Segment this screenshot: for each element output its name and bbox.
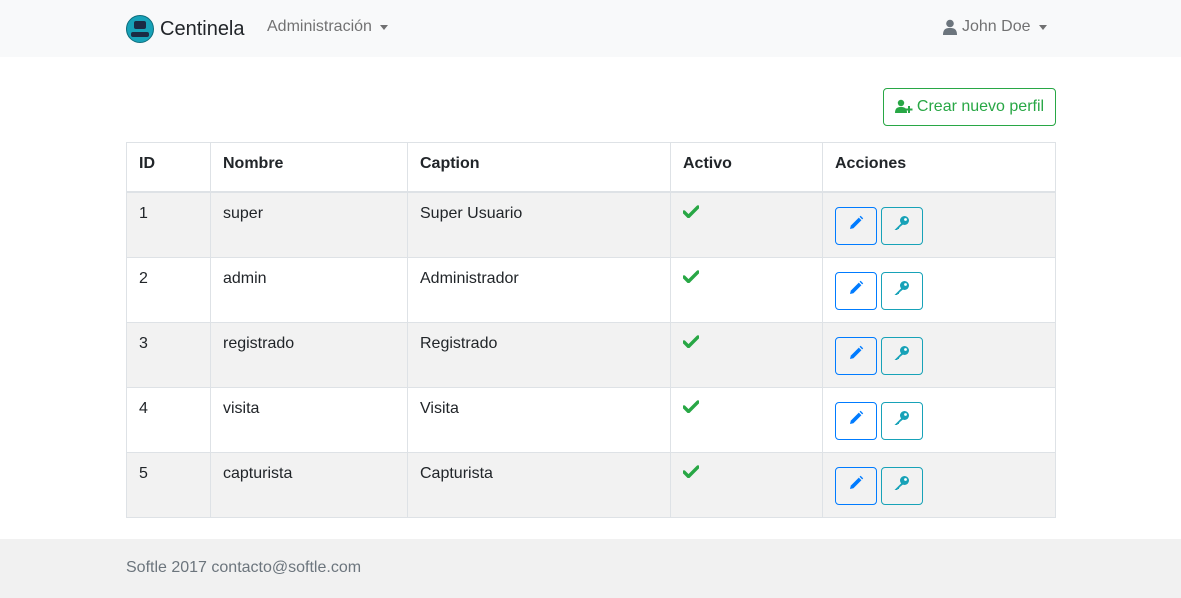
cell-id: 4 <box>126 386 211 453</box>
table-row: 4 visita Visita <box>126 386 1056 453</box>
admin-dropdown-label: Administración <box>267 18 372 35</box>
cell-caption: Capturista <box>407 451 671 518</box>
user-icon <box>942 19 958 35</box>
header-caption[interactable]: Caption <box>407 142 671 193</box>
check-icon <box>683 269 810 283</box>
cell-nombre: admin <box>210 256 408 323</box>
cell-acciones <box>822 191 1056 258</box>
pencil-icon <box>848 475 864 496</box>
permissions-button[interactable] <box>881 466 923 505</box>
table-row: 2 admin Administrador <box>126 256 1056 323</box>
cell-id: 1 <box>126 191 211 258</box>
brand-link[interactable]: Centinela <box>126 14 245 44</box>
header-id[interactable]: ID <box>126 142 211 193</box>
edit-button[interactable] <box>835 466 877 505</box>
cell-caption: Super Usuario <box>407 191 671 258</box>
cell-activo <box>670 321 823 388</box>
create-profile-label: Crear nuevo perfil <box>916 98 1045 115</box>
brand-name: Centinela <box>160 17 245 40</box>
edit-button[interactable] <box>835 336 877 375</box>
cell-nombre: capturista <box>210 451 408 518</box>
cell-caption: Registrado <box>407 321 671 388</box>
key-icon <box>893 345 911 366</box>
cell-activo <box>670 386 823 453</box>
header-acciones: Acciones <box>822 142 1056 193</box>
cell-nombre: super <box>210 191 408 258</box>
permissions-button[interactable] <box>881 401 923 440</box>
header-activo[interactable]: Activo <box>670 142 823 193</box>
cell-caption: Visita <box>407 386 671 453</box>
edit-button[interactable] <box>835 206 877 245</box>
permissions-button[interactable] <box>881 206 923 245</box>
table-row: 3 registrado Registrado <box>126 321 1056 388</box>
footer: Softle 2017 contacto@softle.com <box>0 539 1181 598</box>
chevron-down-icon <box>1038 24 1047 30</box>
profiles-table: ID Nombre Caption Activo Acciones 1 super… <box>126 142 1056 518</box>
cell-acciones <box>822 386 1056 453</box>
pencil-icon <box>848 215 864 236</box>
user-dropdown-label: John Doe <box>962 18 1031 35</box>
admin-dropdown[interactable]: Administración <box>267 18 388 36</box>
brand-logo-icon <box>126 15 154 43</box>
key-icon <box>893 475 911 496</box>
cell-caption: Administrador <box>407 256 671 323</box>
table-row: 5 capturista Capturista <box>126 451 1056 518</box>
permissions-button[interactable] <box>881 336 923 375</box>
table-row: 1 super Super Usuario <box>126 191 1056 258</box>
cell-id: 2 <box>126 256 211 323</box>
navbar: Centinela Administración John Doe <box>0 0 1181 57</box>
key-icon <box>893 410 911 431</box>
users-plus-icon <box>894 99 913 115</box>
create-profile-button[interactable]: Crear nuevo perfil <box>883 88 1056 126</box>
check-icon <box>683 399 810 413</box>
permissions-button[interactable] <box>881 271 923 310</box>
user-dropdown[interactable]: John Doe <box>942 18 1047 36</box>
check-icon <box>683 204 810 218</box>
pencil-icon <box>848 280 864 301</box>
cell-id: 3 <box>126 321 211 388</box>
check-icon <box>683 334 810 348</box>
cell-activo <box>670 451 823 518</box>
cell-nombre: registrado <box>210 321 408 388</box>
cell-id: 5 <box>126 451 211 518</box>
check-icon <box>683 464 810 478</box>
key-icon <box>893 215 911 236</box>
header-nombre[interactable]: Nombre <box>210 142 408 193</box>
pencil-icon <box>848 345 864 366</box>
chevron-down-icon <box>379 24 388 30</box>
key-icon <box>893 280 911 301</box>
pencil-icon <box>848 410 864 431</box>
edit-button[interactable] <box>835 271 877 310</box>
cell-nombre: visita <box>210 386 408 453</box>
table-header-row: ID Nombre Caption Activo Acciones <box>126 142 1056 193</box>
cell-activo <box>670 191 823 258</box>
footer-text: Softle 2017 contacto@softle.com <box>126 559 362 576</box>
cell-acciones <box>822 256 1056 323</box>
cell-activo <box>670 256 823 323</box>
cell-acciones <box>822 451 1056 518</box>
edit-button[interactable] <box>835 401 877 440</box>
cell-acciones <box>822 321 1056 388</box>
